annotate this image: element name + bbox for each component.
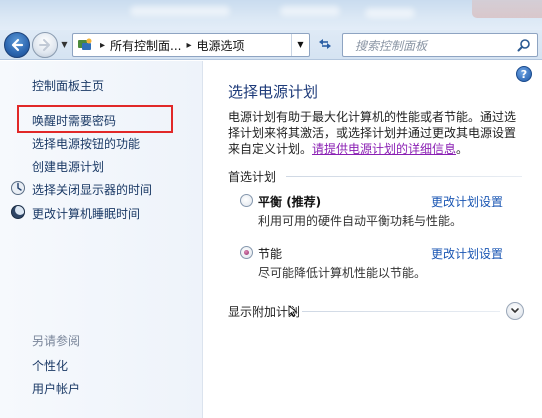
- breadcrumb-all-control-panel[interactable]: 所有控制面...: [110, 37, 181, 54]
- control-panel-home-link[interactable]: 控制面板主页: [32, 77, 104, 94]
- search-input[interactable]: 搜索控制面板: [342, 33, 538, 57]
- sidebar-item-require-password-on-wakeup[interactable]: 唤醒时需要密码: [32, 112, 116, 129]
- plan-power-saver-label[interactable]: 节能: [258, 245, 282, 262]
- forward-arrow-icon: [39, 39, 50, 51]
- mouse-cursor-icon: [288, 305, 298, 317]
- breadcrumb-separator: ▸: [186, 39, 192, 51]
- plan-power-saver-radio[interactable]: [240, 246, 253, 259]
- task-pane: 控制面板主页 唤醒时需要密码 选择电源按钮的功能 创建电源计划 选择关闭显示器的…: [0, 61, 203, 418]
- breadcrumb-power-options[interactable]: 电源选项: [197, 37, 245, 54]
- plan-balanced-name: 平衡: [258, 195, 283, 209]
- forward-button[interactable]: [32, 32, 58, 58]
- address-bar[interactable]: ▸ 所有控制面... ▸ 电源选项 ▼: [72, 33, 310, 57]
- plan-balanced-radio[interactable]: [240, 194, 253, 207]
- main-content: ? 选择电源计划 电源计划有助于最大化计算机的性能或者节能。通过选择计划来将其激…: [204, 61, 542, 418]
- navigation-bar: ▼ ▸ 所有控制面... ▸ 电源选项 ▼ 搜索控制面板: [0, 30, 542, 60]
- address-dropdown[interactable]: ▼: [291, 34, 309, 56]
- plan-balanced-change-settings-link[interactable]: 更改计划设置: [431, 193, 503, 210]
- see-also-user-accounts-link[interactable]: 用户帐户: [32, 380, 80, 397]
- chevron-down-icon: [511, 308, 519, 313]
- refresh-button[interactable]: [314, 36, 336, 54]
- plan-power-saver-description: 尽可能降低计算机性能以节能。: [258, 266, 427, 280]
- section-divider: [286, 176, 522, 177]
- refresh-icon: [319, 39, 331, 49]
- sidebar-item-choose-power-buttons[interactable]: 选择电源按钮的功能: [32, 135, 140, 152]
- plan-balanced-description: 利用可用的硬件自动平衡功耗与性能。: [258, 214, 463, 228]
- page-description: 电源计划有助于最大化计算机的性能或者节能。通过选择计划来将其激活，或选择计划并通…: [228, 109, 526, 157]
- plan-power-saver-change-settings-link[interactable]: 更改计划设置: [431, 245, 503, 262]
- moon-icon: [11, 205, 25, 219]
- sidebar-item-create-power-plan[interactable]: 创建电源计划: [32, 158, 104, 175]
- monitor-icon: [11, 181, 25, 195]
- sidebar-item-turn-off-display[interactable]: 选择关闭显示器的时间: [32, 181, 152, 198]
- expand-additional-plans-button[interactable]: [506, 302, 524, 320]
- see-also-heading: 另请参阅: [32, 334, 81, 348]
- window-caption: [0, 0, 542, 30]
- description-end: 。: [456, 142, 469, 156]
- breadcrumb-separator: ▸: [100, 39, 106, 51]
- back-button[interactable]: [4, 32, 30, 58]
- control-panel-icon: [78, 38, 92, 50]
- sidebar-item-change-sleep-time[interactable]: 更改计算机睡眠时间: [32, 205, 140, 222]
- close-button-ghost: [472, 0, 542, 18]
- search-placeholder: 搜索控制面板: [355, 38, 428, 53]
- additional-plans-divider: [302, 311, 500, 312]
- plan-balanced-label[interactable]: 平衡 (推荐): [258, 193, 321, 210]
- page-title: 选择电源计划: [228, 83, 319, 101]
- help-icon[interactable]: ?: [516, 66, 532, 82]
- see-also-personalization-link[interactable]: 个性化: [32, 357, 68, 374]
- preferred-plans-heading: 首选计划: [228, 170, 277, 184]
- search-icon[interactable]: [517, 38, 531, 52]
- power-plan-details-link[interactable]: 请提供电源计划的详细信息: [312, 142, 456, 156]
- plan-balanced-tag: (推荐): [282, 195, 322, 209]
- recent-pages-dropdown[interactable]: ▼: [60, 39, 69, 51]
- back-arrow-icon: [11, 38, 24, 52]
